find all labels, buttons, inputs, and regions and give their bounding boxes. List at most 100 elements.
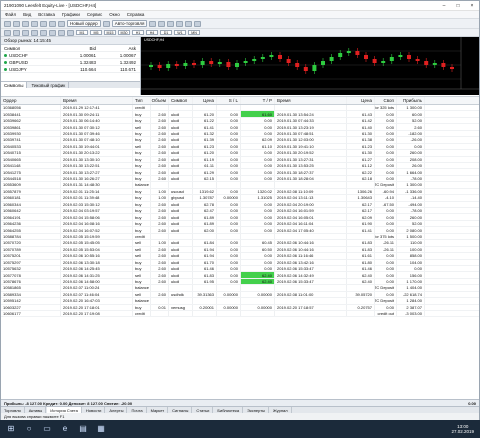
task-view-icon[interactable]: ▭ (40, 423, 54, 435)
table-cell: 2019.01.30 07:39:46 (61, 130, 133, 137)
table-cell: ukoil (169, 220, 193, 227)
bar-chart-icon[interactable] (149, 20, 157, 27)
timeframe-h1[interactable]: H1 (132, 30, 144, 35)
timeframe-h4[interactable]: H4 (146, 30, 158, 35)
col-symbol[interactable]: Символ (1, 46, 59, 51)
table-cell: 0.00 (217, 278, 241, 285)
profiles-icon[interactable] (13, 20, 20, 27)
candle (209, 61, 214, 64)
zoom-in-icon[interactable] (176, 20, 184, 27)
timeframe-m1[interactable]: M1 (76, 30, 88, 35)
explorer-icon[interactable]: ▤ (76, 423, 90, 435)
column-header[interactable]: Время (275, 97, 347, 104)
column-header[interactable]: Своп (375, 97, 397, 104)
vertical-line-icon[interactable] (22, 29, 29, 36)
table-cell: 0.20001 (193, 304, 217, 310)
market-watch-row[interactable]: GBPUSD 1.32483 1.32492 (1, 59, 140, 66)
menu-window[interactable]: Окно (109, 12, 119, 17)
table-cell: 61.42 (347, 117, 375, 124)
column-header[interactable]: Символ (169, 97, 193, 104)
crosshair-icon[interactable] (13, 29, 20, 36)
table-cell: 10588784 (1, 233, 61, 240)
column-header[interactable]: Цена (347, 97, 375, 104)
menu-file[interactable]: Файл (5, 12, 16, 17)
column-header[interactable]: Ордер (1, 97, 61, 104)
table-cell: credit out (375, 311, 397, 317)
table-row[interactable]: 10606177 2019.02.20 17:19:08 credit credit … (1, 311, 479, 318)
table-cell: 10539741 (1, 137, 61, 143)
timeframe-m15[interactable]: M15 (104, 30, 116, 35)
timeframe-mn[interactable]: MN (188, 30, 200, 35)
table-cell: 2 080.00 (397, 227, 425, 233)
tab-tick-chart[interactable]: Тиковый график (28, 82, 70, 88)
maximize-icon[interactable]: □ (451, 3, 465, 9)
menu-charts[interactable]: Графики (62, 12, 80, 17)
column-header[interactable]: Цена (193, 97, 217, 104)
tile-windows-icon[interactable] (194, 20, 202, 27)
new-order-button[interactable]: Новый ордер (67, 20, 101, 27)
table-cell: 0.00 (375, 227, 397, 233)
timeframe-d1[interactable]: D1 (160, 30, 172, 35)
browser-icon[interactable]: e (58, 423, 72, 435)
table-cell: 0.00 (217, 188, 241, 195)
price-chart[interactable]: USDCHF,H4 (141, 37, 479, 95)
table-cell: 2019.02.20 17:19:08 (61, 311, 133, 317)
windows-start-icon[interactable]: ⊞ (4, 423, 18, 435)
cursor-icon[interactable] (4, 29, 11, 36)
search-icon[interactable]: ○ (22, 423, 36, 435)
table-cell: 10560642 (1, 208, 61, 214)
table-cell: 61.83 (347, 246, 375, 253)
line-chart-icon[interactable] (167, 20, 175, 27)
trendline-icon[interactable] (40, 29, 47, 36)
market-watch-icon[interactable] (22, 20, 29, 27)
table-cell: 61.43 (347, 111, 375, 117)
fibonacci-icon[interactable] (58, 29, 65, 36)
timeframe-m30[interactable]: M30 (118, 30, 130, 35)
candlestick-icon[interactable] (158, 20, 166, 27)
column-header[interactable]: T / P (241, 97, 275, 104)
column-header[interactable]: Тип (133, 97, 151, 104)
market-watch-row[interactable]: USDCHF 1.00061 1.00067 (1, 52, 140, 59)
table-cell: 2.60 (151, 175, 169, 182)
table-cell (275, 182, 347, 188)
table-cell (169, 105, 193, 111)
new-chart-icon[interactable] (4, 20, 11, 27)
data-window-icon[interactable] (31, 20, 38, 27)
table-cell: 2019.01.30 06:14:40 (61, 117, 133, 124)
text-tool-icon[interactable] (67, 29, 74, 36)
metaeditor-icon[interactable] (102, 20, 110, 27)
candle (450, 67, 454, 69)
column-header[interactable]: Объем (151, 97, 169, 104)
menu-help[interactable]: Справка (127, 12, 145, 17)
column-header[interactable]: S / L (217, 97, 241, 104)
tab-symbols[interactable]: Символы (1, 82, 28, 88)
col-ask[interactable]: Ask (99, 46, 139, 51)
table-cell: 0.00 (241, 265, 275, 272)
candle (200, 61, 205, 65)
terminal-app-icon[interactable]: ▦ (94, 423, 108, 435)
menu-insert[interactable]: Вставка (38, 12, 55, 17)
close-icon[interactable]: × (465, 3, 479, 9)
column-header[interactable]: Время (61, 97, 133, 104)
col-bid[interactable]: Bid (59, 46, 99, 51)
table-cell: 2019.01.30 18:27:37 (275, 169, 347, 175)
column-header[interactable]: Прибыль (397, 97, 425, 104)
timeframe-m5[interactable]: M5 (90, 30, 102, 35)
zoom-out-icon[interactable] (185, 20, 193, 27)
auto-trading-button[interactable]: Авто-торговля (111, 20, 148, 27)
menu-view[interactable]: Вид (23, 12, 31, 17)
minimize-icon[interactable]: – (437, 3, 451, 9)
table-cell: 2.60 (151, 259, 169, 265)
table-cell: 0.00 (397, 265, 425, 272)
market-watch-row[interactable]: USDJPY 110.664 110.671 (1, 66, 140, 73)
tester-icon[interactable] (58, 20, 65, 27)
timeframe-w1[interactable]: W1 (174, 30, 186, 35)
table-cell: 2019.01.30 18:28:04 (275, 175, 347, 182)
navigator-icon[interactable] (40, 20, 47, 27)
horizontal-line-icon[interactable] (31, 29, 38, 36)
candle (338, 53, 343, 57)
candle (303, 67, 308, 71)
menu-tools[interactable]: Сервис (87, 12, 102, 17)
terminal-icon[interactable] (49, 20, 56, 27)
channel-icon[interactable] (49, 29, 56, 36)
